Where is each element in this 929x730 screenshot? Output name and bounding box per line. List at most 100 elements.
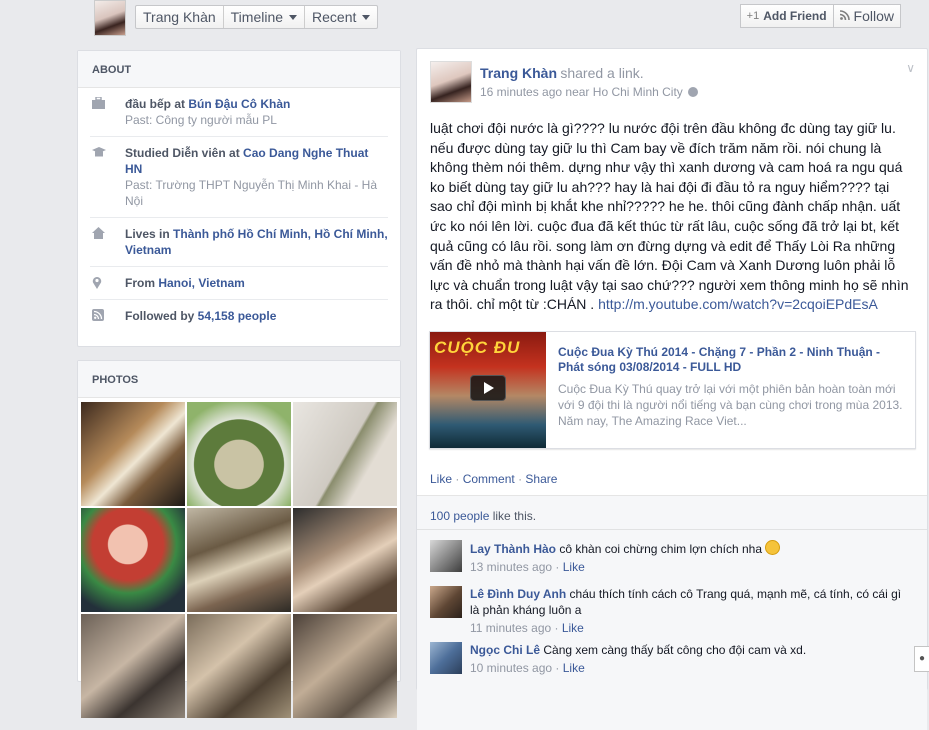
comment-meta: 13 minutes ago · Like [470, 560, 585, 574]
rss-icon [92, 309, 106, 321]
post-timestamp[interactable]: 16 minutes ago [480, 85, 562, 99]
post-card: Trang Khàn shared a link. 16 minutes ago… [416, 48, 928, 730]
post-near: near [565, 85, 590, 99]
follow-button[interactable]: Follow [833, 4, 901, 28]
share-description: Cuộc Đua Kỳ Thú quay trở lại với một phi… [558, 382, 903, 428]
recent-dropdown[interactable]: Recent [305, 6, 377, 28]
share-link[interactable]: Share [525, 472, 557, 486]
chevron-down-icon[interactable]: ∨ [906, 61, 915, 75]
commenter-avatar[interactable] [430, 642, 462, 674]
smile-emoji-icon [765, 540, 781, 555]
comment-meta: 10 minutes ago · Like [470, 661, 585, 675]
about-item-from: From Hanoi, Vietnam [90, 267, 388, 300]
about-item-followers: Followed by 54,158 people [90, 300, 388, 332]
play-icon[interactable] [470, 375, 506, 401]
photo-thumbnail[interactable] [81, 402, 185, 506]
profile-name: Trang Khàn [143, 9, 216, 25]
photo-thumbnail[interactable] [187, 402, 291, 506]
commenter-avatar[interactable] [430, 586, 462, 618]
about-sub: Past: Công ty người mẫu PL [125, 113, 277, 127]
about-prefix: Followed by [125, 309, 198, 323]
profile-nav-group: Trang Khàn Timeline Recent [135, 5, 379, 29]
photo-thumbnail[interactable] [293, 508, 397, 612]
about-item-lives: Lives in Thành phố Hồ Chí Minh, Hồ Chí M… [90, 218, 388, 267]
post-header: Trang Khàn shared a link. 16 minutes ago… [480, 65, 698, 99]
about-prefix: From [125, 276, 159, 290]
comment-like-link[interactable]: Like [563, 560, 585, 574]
add-friend-label: Add Friend [763, 9, 827, 23]
author-avatar[interactable] [430, 61, 472, 103]
shared-link-preview[interactable]: CUỘC ĐU Cuộc Đua Kỳ Thú 2014 - Chặng 7 -… [429, 331, 916, 449]
about-item-education: Studied Diễn viên at Cao Dang Nghe Thuat… [90, 137, 388, 218]
author-name[interactable]: Trang Khàn [480, 65, 557, 81]
separator: · [518, 472, 523, 486]
post-body: luật chơi đội nước là gì???? lu nước đội… [430, 119, 915, 315]
commenter-name[interactable]: Lay Thành Hào [470, 542, 556, 556]
about-item-work: đầu bếp at Bún Đậu Cô Khàn Past: Công ty… [90, 88, 388, 137]
thumbnail-caption: CUỘC ĐU [434, 338, 521, 357]
profile-top-bar: Trang Khàn Timeline Recent +1 Add Friend… [78, 0, 927, 38]
photo-thumbnail[interactable] [293, 402, 397, 506]
comment-time[interactable]: 11 minutes ago [470, 621, 551, 635]
comment-like-link[interactable]: Like [563, 661, 585, 675]
chevron-down-icon [362, 14, 371, 20]
post-action-text: shared a link. [560, 65, 644, 81]
profile-avatar-small[interactable] [94, 0, 126, 36]
about-card: ABOUT đầu bếp at Bún Đậu Cô Khàn Past: C… [77, 50, 401, 347]
about-link[interactable]: Hanoi, Vietnam [158, 276, 244, 290]
chevron-down-icon [289, 14, 298, 20]
globe-icon[interactable] [687, 87, 698, 97]
briefcase-icon [92, 96, 106, 109]
graduation-icon [92, 146, 106, 158]
about-link[interactable]: 54,158 people [198, 309, 277, 323]
post-location[interactable]: Ho Chi Minh City [593, 85, 683, 99]
chat-sidebar-tab[interactable]: ● [914, 646, 929, 672]
likes-count[interactable]: 100 people [430, 509, 489, 523]
post-url-link[interactable]: http://m.youtube.com/watch?v=2cqoiEPdEsA [598, 296, 878, 312]
photo-thumbnail[interactable] [187, 508, 291, 612]
about-prefix: Studied Diễn viên at [125, 146, 244, 160]
photo-thumbnail[interactable] [293, 614, 397, 718]
add-friend-icon: +1 [746, 10, 760, 22]
video-thumbnail[interactable]: CUỘC ĐU [430, 332, 546, 448]
about-prefix: đầu bếp at [125, 97, 189, 111]
commenter-name[interactable]: Ngọc Chi Lê [470, 643, 540, 657]
post-meta: 16 minutes ago near Ho Chi Minh City [480, 85, 698, 99]
comment-meta: 11 minutes ago · Like [470, 621, 584, 635]
about-prefix: Lives in [125, 227, 174, 241]
photos-card: PHOTOS [77, 360, 401, 718]
like-link[interactable]: Like [430, 472, 452, 486]
rss-icon [839, 9, 850, 23]
photo-thumbnail[interactable] [81, 508, 185, 612]
share-title[interactable]: Cuộc Đua Kỳ Thú 2014 - Chặng 7 - Phần 2 … [558, 345, 903, 375]
separator: · [455, 472, 460, 486]
comment-time[interactable]: 13 minutes ago [470, 560, 552, 574]
photo-grid [81, 402, 397, 718]
commenter-avatar[interactable] [430, 540, 462, 572]
share-body: Cuộc Đua Kỳ Thú 2014 - Chặng 7 - Phần 2 … [558, 345, 903, 429]
timeline-label: Timeline [230, 9, 284, 25]
photo-thumbnail[interactable] [187, 614, 291, 718]
profile-name-button[interactable]: Trang Khàn [136, 6, 224, 28]
comment-text: Càng xem càng thấy bất công cho đội cam … [540, 643, 807, 657]
post-text: luật chơi đội nước là gì???? lu nước đội… [430, 120, 909, 313]
comment-like-link[interactable]: Like [562, 621, 584, 635]
about-sub: Past: Trường THPT Nguyễn Thị Minh Khai -… [125, 178, 378, 208]
about-heading: ABOUT [78, 51, 400, 88]
location-pin-icon [92, 276, 106, 289]
photo-thumbnail[interactable] [81, 614, 185, 718]
timeline-dropdown[interactable]: Timeline [224, 6, 306, 28]
recent-label: Recent [312, 9, 357, 25]
follow-label: Follow [853, 8, 894, 24]
add-friend-button[interactable]: +1 Add Friend [739, 4, 834, 28]
commenter-name[interactable]: Lê Đình Duy Anh [470, 587, 566, 601]
comments-list: Lay Thành Hào cô khàn coi chừng chim lợn… [417, 529, 927, 730]
likes-suffix: like this. [489, 509, 537, 523]
home-icon [92, 227, 106, 239]
post-actions: Like · Comment · Share [430, 472, 557, 486]
comment-time[interactable]: 10 minutes ago [470, 661, 552, 675]
comment-text: cô khàn coi chừng chim lợn chích nha [556, 542, 766, 556]
comment-link[interactable]: Comment [463, 472, 515, 486]
photos-heading: PHOTOS [78, 361, 400, 398]
about-link[interactable]: Bún Đậu Cô Khàn [188, 97, 290, 111]
